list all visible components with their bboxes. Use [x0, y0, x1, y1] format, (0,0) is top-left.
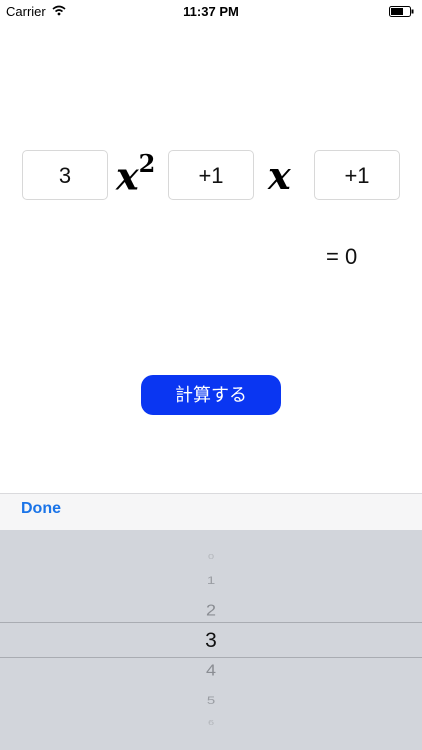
- picker-row-3[interactable]: 3: [0, 630, 422, 651]
- picker-toolbar: Done: [0, 493, 422, 530]
- picker-row-5[interactable]: 5: [0, 694, 422, 705]
- coefficient-b-field[interactable]: +1: [168, 150, 254, 200]
- coefficient-c-field[interactable]: +1: [314, 150, 400, 200]
- calculate-button[interactable]: 計算する: [141, 375, 281, 415]
- status-bar: Carrier 11:37 PM: [0, 0, 422, 22]
- done-button[interactable]: Done: [21, 500, 61, 518]
- picker-selection-bottom-line: [0, 657, 422, 658]
- exponent-label: 2: [138, 149, 156, 178]
- result-label: = 0: [326, 244, 358, 269]
- picker-row-1[interactable]: 1: [0, 574, 422, 585]
- number-picker[interactable]: 0 1 2 3 4 5 6: [0, 530, 422, 750]
- x-squared-symbol: x2: [116, 149, 155, 199]
- status-time: 11:37 PM: [183, 4, 239, 19]
- battery-icon: [389, 6, 414, 17]
- coefficient-a-field[interactable]: 3: [22, 150, 108, 200]
- x-symbol: x: [268, 153, 291, 198]
- picker-row-4[interactable]: 4: [0, 662, 422, 678]
- picker-row-2[interactable]: 2: [0, 602, 422, 618]
- picker-row-6[interactable]: 6: [0, 719, 422, 726]
- picker-row-0[interactable]: 0: [0, 553, 422, 560]
- x-squared-variable: x: [116, 153, 139, 199]
- picker-selection-top-line: [0, 622, 422, 623]
